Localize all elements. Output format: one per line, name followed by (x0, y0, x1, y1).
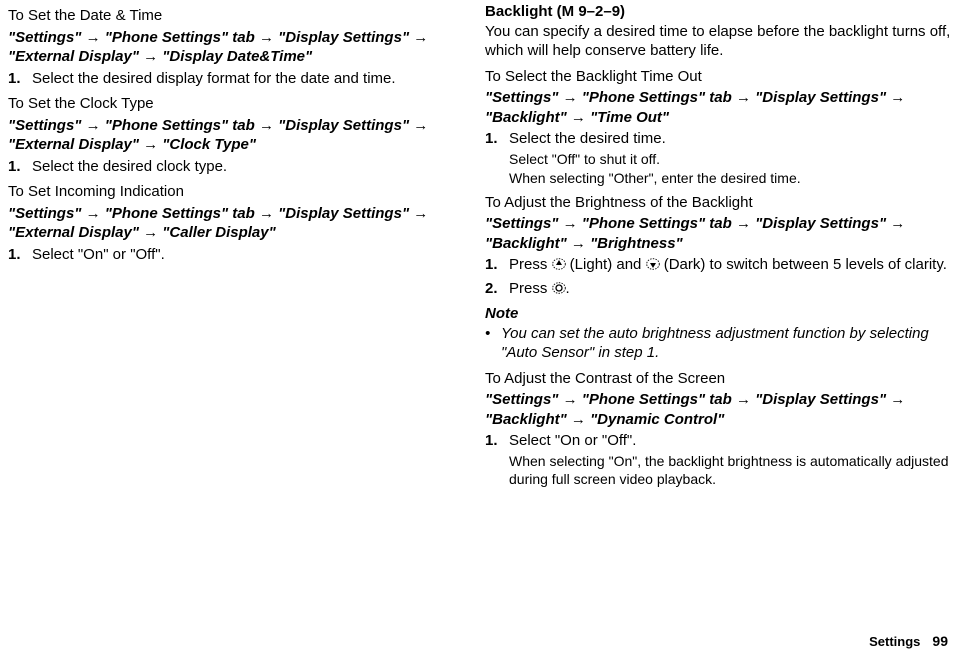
page: To Set the Date & Time "Settings" → "Pho… (0, 0, 962, 659)
step-number: 2. (485, 279, 509, 299)
step-number: 1. (8, 157, 32, 177)
footer-page-number: 99 (932, 633, 948, 649)
step-subline: When selecting "On", the backlight brigh… (509, 452, 954, 488)
heading-backlight-timeout: To Select the Backlight Time Out (485, 67, 954, 87)
intro-text: You can specify a desired time to elapse… (485, 22, 954, 61)
nav-path: "Settings" → "Phone Settings" tab → "Dis… (485, 214, 954, 253)
step-row: 1. Select "On or "Off". When selecting "… (485, 431, 954, 488)
heading-set-date-time: To Set the Date & Time (8, 6, 469, 26)
note-text: You can set the auto brightness adjustme… (501, 324, 954, 363)
left-column: To Set the Date & Time "Settings" → "Pho… (8, 2, 481, 653)
heading-contrast: To Adjust the Contrast of the Screen (485, 369, 954, 389)
heading-set-clock-type: To Set the Clock Type (8, 94, 469, 114)
center-key-icon (552, 281, 566, 295)
note-heading: Note (485, 304, 954, 324)
step-number: 1. (485, 255, 509, 275)
step-fragment: Press (509, 280, 552, 297)
step-fragment: Press (509, 256, 552, 273)
step-subline: Select "Off" to shut it off. (509, 150, 954, 168)
right-column: Backlight (M 9–2–9) You can specify a de… (481, 2, 954, 653)
step-line: Select "On or "Off". (509, 431, 954, 451)
step-fragment: (Light) and (566, 256, 646, 273)
step-fragment: . (566, 280, 570, 297)
nav-path: "Settings" → "Phone Settings" tab → "Dis… (8, 204, 469, 243)
nav-path: "Settings" → "Phone Settings" tab → "Dis… (8, 116, 469, 155)
step-text: Press . (509, 279, 954, 299)
note-bullet: • You can set the auto brightness adjust… (485, 324, 954, 363)
heading-backlight: Backlight (M 9–2–9) (485, 2, 954, 22)
step-text: Select "On" or "Off". (32, 245, 469, 265)
nav-path: "Settings" → "Phone Settings" tab → "Dis… (485, 88, 954, 127)
heading-backlight-text: Backlight (485, 3, 553, 20)
step-row: 1. Select the desired display format for… (8, 69, 469, 89)
step-text: Press (Light) and (Dark) to switch betwe… (509, 255, 954, 275)
step-row: 2. Press . (485, 279, 954, 299)
step-number: 1. (485, 431, 509, 488)
up-key-icon (552, 257, 566, 271)
step-text: Select the desired time. Select "Off" to… (509, 129, 954, 187)
nav-path: "Settings" → "Phone Settings" tab → "Dis… (485, 390, 954, 429)
footer-section: Settings (869, 634, 920, 649)
bullet-dot-icon: • (485, 324, 501, 363)
step-row: 1. Select "On" or "Off". (8, 245, 469, 265)
step-text: Select "On or "Off". When selecting "On"… (509, 431, 954, 488)
step-row: 1. Press (Light) and (Dark) to switch be… (485, 255, 954, 275)
heading-incoming-indication: To Set Incoming Indication (8, 182, 469, 202)
down-key-icon (646, 257, 660, 271)
nav-path: "Settings" → "Phone Settings" tab → "Dis… (8, 28, 469, 67)
page-footer: Settings 99 (869, 632, 948, 651)
step-fragment: (Dark) to switch between 5 levels of cla… (660, 256, 947, 273)
heading-backlight-code: (M 9–2–9) (553, 3, 626, 20)
step-row: 1. Select the desired time. Select "Off"… (485, 129, 954, 187)
step-text: Select the desired clock type. (32, 157, 469, 177)
step-number: 1. (485, 129, 509, 187)
step-line: Select the desired time. (509, 129, 954, 149)
step-text: Select the desired display format for th… (32, 69, 469, 89)
step-subline: When selecting "Other", enter the desire… (509, 169, 954, 187)
step-number: 1. (8, 69, 32, 89)
heading-brightness: To Adjust the Brightness of the Backligh… (485, 193, 954, 213)
step-number: 1. (8, 245, 32, 265)
step-row: 1. Select the desired clock type. (8, 157, 469, 177)
